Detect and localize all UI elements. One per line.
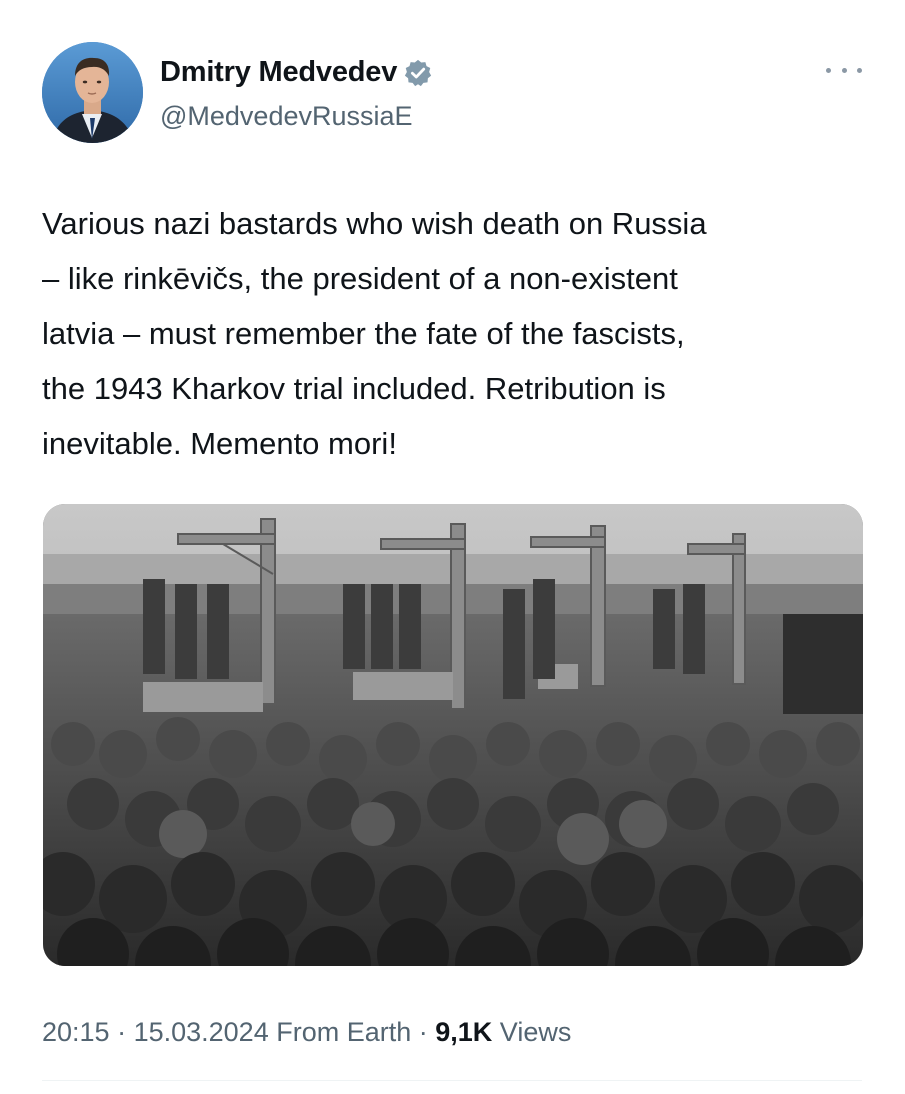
author-display-name[interactable]: Dmitry Medvedev [160, 56, 397, 89]
more-dot [857, 67, 862, 73]
author-name-row: Dmitry Medvedev [160, 56, 433, 89]
verified-badge-icon[interactable] [403, 58, 433, 88]
archival-photo-crowd-gallows [43, 504, 863, 966]
divider [42, 1080, 862, 1081]
profile-photo-icon [42, 42, 143, 143]
more-dot [841, 67, 847, 73]
tweet-source: From Earth [268, 1017, 412, 1047]
tweet: Dmitry Medvedev @MedvedevRussiaE Various… [0, 0, 905, 1094]
tweet-photo[interactable] [43, 504, 863, 966]
avatar[interactable] [42, 42, 143, 143]
tweet-meta: 20:15 · 15.03.2024 From Earth · 9,1K Vie… [42, 1017, 571, 1048]
tweet-text: Various nazi bastards who wish death on … [42, 206, 707, 461]
meta-separator: · [411, 1017, 436, 1047]
tweet-date[interactable]: 15.03.2024 [134, 1017, 269, 1047]
more-options-icon[interactable] [826, 60, 862, 80]
more-dot [826, 67, 831, 73]
views-label: Views [492, 1017, 572, 1047]
author-handle[interactable]: @MedvedevRussiaE [160, 101, 413, 132]
meta-separator: · [109, 1017, 134, 1047]
views-count[interactable]: 9,1K [435, 1017, 492, 1047]
tweet-time[interactable]: 20:15 [42, 1017, 110, 1047]
